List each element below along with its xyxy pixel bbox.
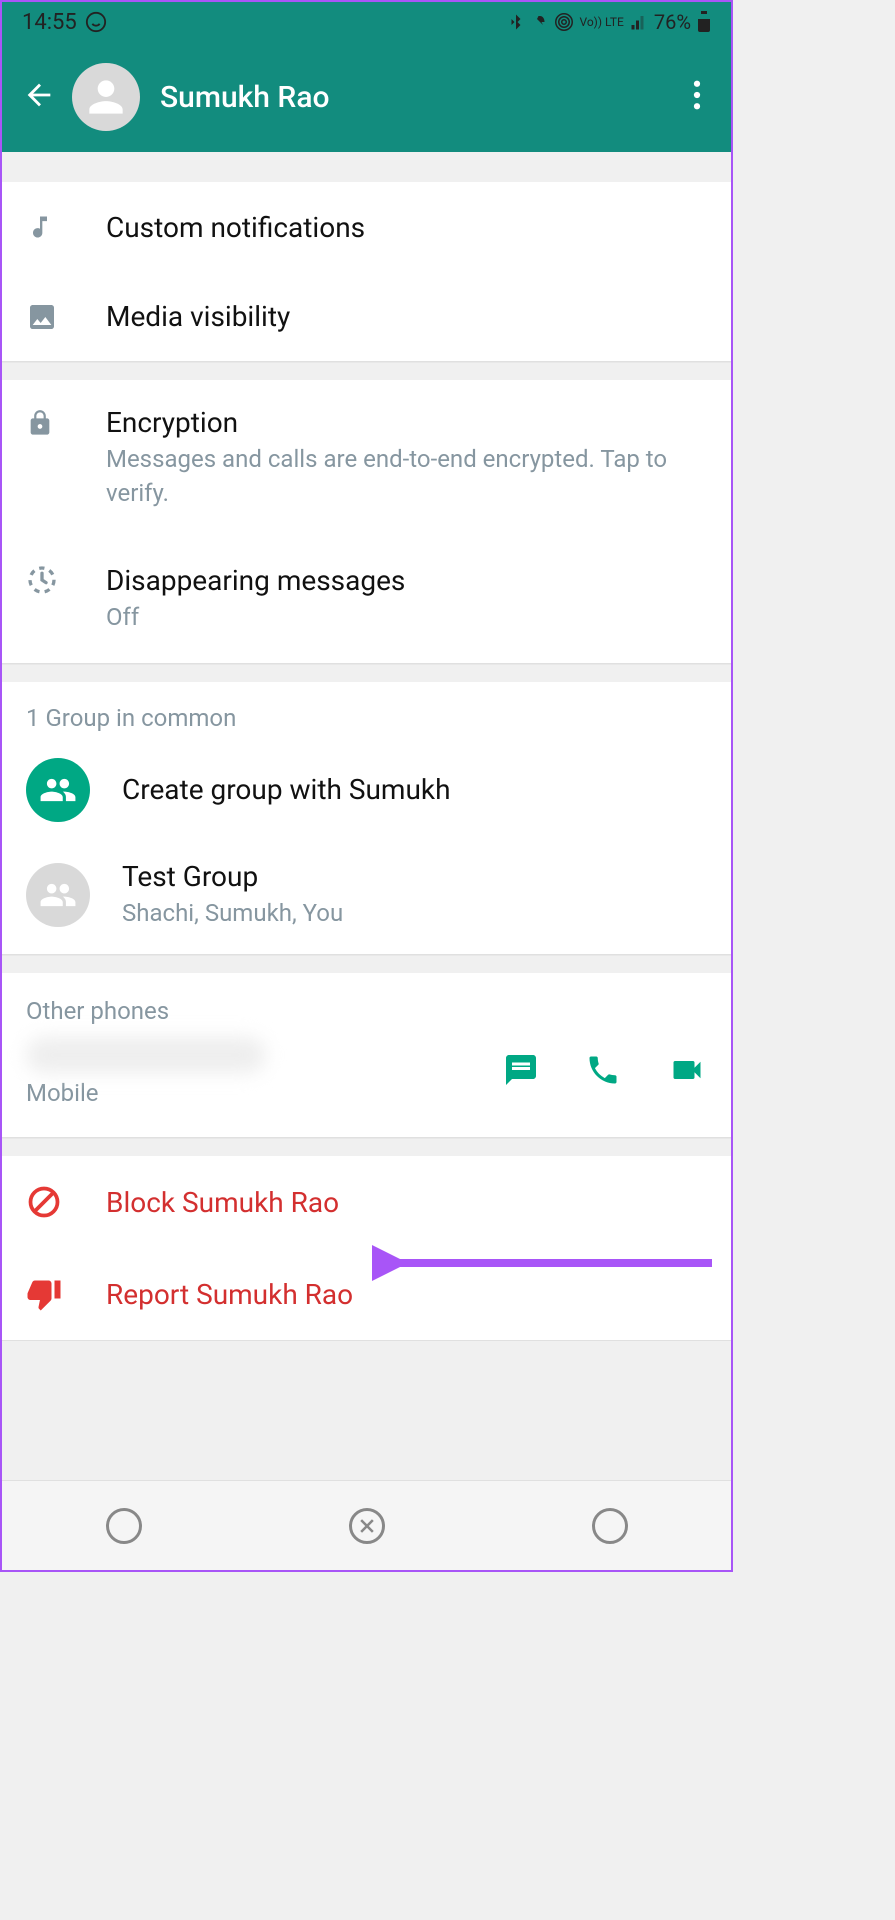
timer-icon: [26, 564, 58, 596]
phone-type: Mobile: [26, 1079, 503, 1107]
report-label: Report Sumukh Rao: [106, 1278, 353, 1311]
create-group-label: Create group with Sumukh: [122, 773, 707, 806]
nav-recents-button[interactable]: [106, 1508, 142, 1544]
encryption-item[interactable]: Encryption Messages and calls are end-to…: [2, 380, 731, 538]
status-time: 14:55: [22, 10, 77, 35]
people-icon: [39, 771, 77, 809]
phone-number-redacted: [26, 1037, 266, 1073]
back-button[interactable]: [22, 78, 56, 116]
encryption-title: Encryption: [106, 406, 707, 439]
media-visibility-label: Media visibility: [106, 300, 707, 333]
block-item[interactable]: Block Sumukh Rao: [2, 1156, 731, 1248]
videocam-icon: [667, 1052, 707, 1088]
status-bar: 14:55 Vo)) LTE 76%: [2, 2, 731, 42]
notification-section: Custom notifications Media visibility: [2, 182, 731, 362]
block-label: Block Sumukh Rao: [106, 1186, 339, 1219]
phones-section: Other phones Mobile: [2, 973, 731, 1138]
encryption-subtitle: Messages and calls are end-to-end encryp…: [106, 443, 707, 510]
nav-back-button[interactable]: [592, 1508, 628, 1544]
phone-icon: [585, 1052, 621, 1088]
video-call-button[interactable]: [667, 1052, 707, 1092]
group-name: Test Group: [122, 860, 707, 893]
close-x-icon: [357, 1516, 377, 1536]
battery-icon: [697, 11, 711, 33]
more-vert-icon: [693, 80, 701, 110]
person-icon: [81, 72, 131, 122]
more-options-button[interactable]: [683, 70, 711, 124]
lte-indicator: Vo)) LTE: [579, 16, 623, 28]
message-button[interactable]: [503, 1052, 539, 1092]
contact-name[interactable]: Sumukh Rao: [160, 80, 683, 115]
whatsapp-icon: [85, 11, 107, 33]
disappearing-messages-item[interactable]: Disappearing messages Off: [2, 538, 731, 663]
custom-notifications-label: Custom notifications: [106, 211, 707, 244]
create-group-item[interactable]: Create group with Sumukh: [2, 742, 731, 838]
nav-home-button[interactable]: [349, 1508, 385, 1544]
battery-percent: 76%: [654, 10, 691, 34]
block-icon: [26, 1184, 62, 1220]
image-icon: [26, 301, 58, 333]
people-icon: [39, 876, 77, 914]
groups-section: 1 Group in common Create group with Sumu…: [2, 682, 731, 956]
group-members: Shachi, Sumukh, You: [122, 897, 707, 931]
disappearing-title: Disappearing messages: [106, 564, 707, 597]
signal-icon: [630, 13, 648, 31]
thumbs-down-icon: [26, 1276, 62, 1312]
phones-header: Other phones: [26, 997, 707, 1025]
call-button[interactable]: [585, 1052, 621, 1092]
hotspot-icon: [555, 13, 573, 31]
status-indicators: Vo)) LTE 76%: [507, 10, 711, 34]
media-visibility-item[interactable]: Media visibility: [2, 272, 731, 361]
contact-avatar[interactable]: [72, 63, 140, 131]
chat-icon: [503, 1052, 539, 1088]
danger-section: Block Sumukh Rao Report Sumukh Rao: [2, 1156, 731, 1341]
lock-icon: [26, 406, 54, 440]
group-item[interactable]: Test Group Shachi, Sumukh, You: [2, 838, 731, 955]
arrow-back-icon: [22, 78, 56, 112]
security-section: Encryption Messages and calls are end-to…: [2, 380, 731, 664]
app-bar: Sumukh Rao: [2, 42, 731, 152]
groups-header: 1 Group in common: [2, 682, 731, 742]
report-item[interactable]: Report Sumukh Rao: [2, 1248, 731, 1340]
nav-bar: [2, 1480, 731, 1570]
custom-notifications-item[interactable]: Custom notifications: [2, 182, 731, 272]
music-note-icon: [26, 210, 54, 244]
bluetooth-icon: [507, 13, 525, 31]
disappearing-value: Off: [106, 601, 707, 635]
vibrate-icon: [531, 13, 549, 31]
